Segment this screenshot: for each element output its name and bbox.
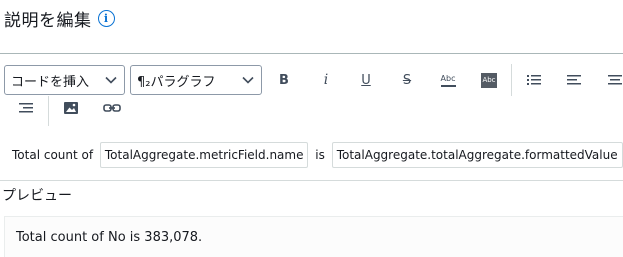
image-icon <box>64 102 78 114</box>
highlight-color-button[interactable]: Abc <box>477 68 501 92</box>
italic-button[interactable]: i <box>314 68 338 92</box>
align-center-button[interactable] <box>603 68 623 92</box>
metric-field-name-token[interactable]: TotalAggregate.metricField.name <box>99 142 309 168</box>
info-icon[interactable]: i <box>97 9 115 27</box>
insert-link-button[interactable] <box>100 96 124 120</box>
preview-divider <box>0 180 623 181</box>
align-right-icon <box>19 103 33 113</box>
strikethrough-button[interactable]: S <box>395 68 419 92</box>
page-header: 説明を編集 i <box>4 4 115 32</box>
paragraph-style-dropdown[interactable]: ¶₂パラグラフ <box>130 65 262 95</box>
template-text: is <box>311 148 329 162</box>
highlight-label: Abc <box>481 72 497 88</box>
align-left-icon <box>567 75 581 85</box>
bulleted-list-icon <box>527 75 541 85</box>
chevron-down-icon <box>104 73 118 91</box>
editor-toolbar: コードを挿入 ¶₂パラグラフ B i U S Abc Abc <box>0 54 623 128</box>
align-center-icon <box>608 75 622 85</box>
insert-image-button[interactable] <box>59 96 83 120</box>
align-left-button[interactable] <box>562 68 586 92</box>
template-text: Total count of <box>12 148 97 162</box>
description-editor-content[interactable]: Total count of TotalAggregate.metricFiel… <box>0 140 623 170</box>
insert-code-label: コードを挿入 <box>11 74 90 90</box>
text-color-label: Abc <box>440 73 456 83</box>
link-icon <box>103 104 121 112</box>
underline-button[interactable]: U <box>354 68 378 92</box>
toolbar-separator <box>48 96 49 126</box>
bold-button[interactable]: B <box>272 68 296 92</box>
align-right-button[interactable] <box>14 96 38 120</box>
preview-heading: プレビュー <box>2 188 72 204</box>
paragraph-style-label: ¶₂パラグラフ <box>137 74 216 90</box>
preview-panel: Total count of No is 383,078. <box>4 216 623 257</box>
toolbar-separator <box>511 64 512 96</box>
formatted-value-token[interactable]: TotalAggregate.totalAggregate.formattedV… <box>331 142 623 168</box>
text-color-bar <box>440 84 456 87</box>
chevron-down-icon <box>241 73 255 91</box>
bulleted-list-button[interactable] <box>522 68 546 92</box>
page-title: 説明を編集 <box>4 10 92 31</box>
insert-code-dropdown[interactable]: コードを挿入 <box>4 65 125 95</box>
preview-text: Total count of No is 383,078. <box>16 230 203 245</box>
text-color-button[interactable]: Abc <box>436 68 460 92</box>
